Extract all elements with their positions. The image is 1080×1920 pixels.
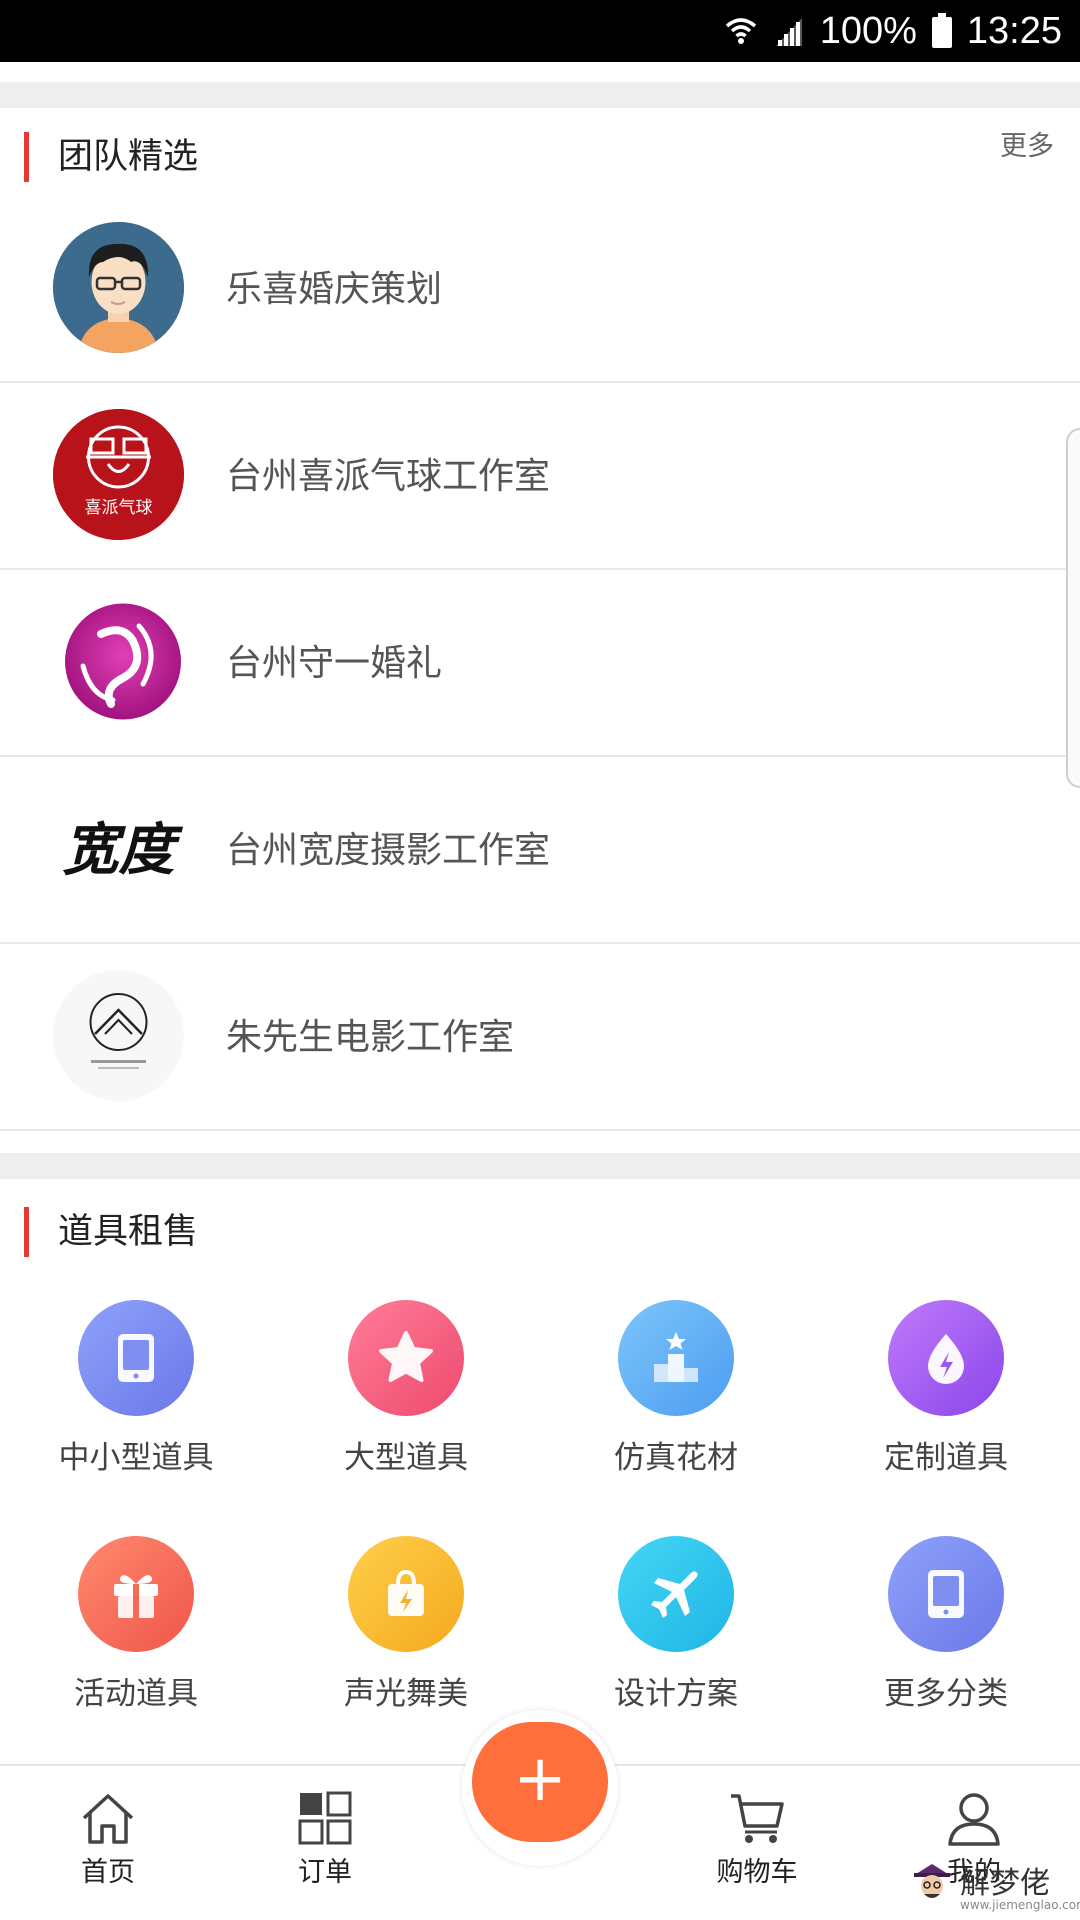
category-label: 活动道具 xyxy=(74,1676,198,1712)
swirl-logo-icon xyxy=(65,603,181,720)
shouyi-logo xyxy=(53,596,184,727)
watermark-text: 解梦佬 xyxy=(960,1866,1050,1901)
section-divider xyxy=(0,1153,1080,1179)
section-title: 团队精选 xyxy=(58,137,199,177)
signal-icon xyxy=(775,18,802,46)
status-bar: 100% 13:25 xyxy=(0,0,1080,62)
logo-text: 宽度 xyxy=(63,817,184,883)
xipai-logo: 喜派气球 xyxy=(53,409,184,540)
category-label: 定制道具 xyxy=(884,1440,1008,1476)
mountain-circle-logo-icon xyxy=(89,993,148,1069)
category-item[interactable]: 中小型道具 xyxy=(36,1300,236,1477)
team-section-header: 团队精选 更多 xyxy=(0,110,1080,196)
team-item[interactable]: 台州守一婚礼 xyxy=(0,570,1080,757)
category-label: 声光舞美 xyxy=(344,1676,468,1712)
category-label: 更多分类 xyxy=(884,1676,1008,1712)
nav-home[interactable]: 首页 xyxy=(28,1788,188,1889)
accent-bar xyxy=(24,132,29,182)
plane-icon xyxy=(618,1536,734,1652)
watermark: 解梦佬 www.jiemenglao.com xyxy=(910,1858,1080,1912)
logo-text: 喜派气球 xyxy=(85,498,153,518)
team-item[interactable]: 乐喜婚庆策划 xyxy=(0,196,1080,383)
category-label: 大型道具 xyxy=(344,1440,468,1476)
cart-icon xyxy=(731,1794,784,1843)
category-item[interactable]: 声光舞美 xyxy=(306,1536,506,1713)
app-screen: 100% 13:25 团队精选 更多 乐喜婚庆策划 喜派气球 台州喜派气球工作室… xyxy=(0,0,1080,1920)
kuandu-logo: 宽度 xyxy=(53,783,184,914)
team-name: 乐喜婚庆策划 xyxy=(226,269,443,310)
bolt-drop-icon xyxy=(888,1300,1004,1416)
category-label: 中小型道具 xyxy=(58,1440,214,1476)
category-item[interactable]: 更多分类 xyxy=(846,1536,1046,1713)
team-name: 台州宽度摄影工作室 xyxy=(226,830,551,871)
category-label: 设计方案 xyxy=(614,1676,738,1712)
avatar xyxy=(53,222,184,353)
section-title: 道具租售 xyxy=(58,1212,199,1252)
team-item[interactable]: 朱先生电影工作室 xyxy=(0,944,1080,1131)
user-icon xyxy=(948,1793,1000,1846)
zhu-film-logo xyxy=(53,970,184,1101)
podium-icon xyxy=(618,1300,734,1416)
tablet-icon xyxy=(78,1300,194,1416)
battery-percent: 100% xyxy=(819,9,917,52)
category-label: 仿真花材 xyxy=(614,1440,738,1476)
team-name: 台州守一婚礼 xyxy=(226,643,443,684)
category-item[interactable]: 定制道具 xyxy=(846,1300,1046,1477)
avatar-cartoon-man-icon xyxy=(53,222,184,353)
category-item[interactable]: 设计方案 xyxy=(576,1536,776,1713)
side-scroll-handle[interactable] xyxy=(1066,428,1080,788)
team-item[interactable]: 宽度 台州宽度摄影工作室 xyxy=(0,757,1080,944)
category-item[interactable]: 仿真花材 xyxy=(576,1300,776,1477)
accent-bar xyxy=(24,1207,29,1257)
team-list: 乐喜婚庆策划 喜派气球 台州喜派气球工作室 台州守一婚礼 宽度 台州宽度摄影工作… xyxy=(0,196,1080,1131)
calligraphy-logo-icon: 宽度 xyxy=(63,817,184,883)
clock: 13:25 xyxy=(966,9,1062,52)
battery-icon xyxy=(931,13,952,48)
section-divider xyxy=(0,82,1080,108)
nav-label: 订单 xyxy=(298,1857,352,1888)
nav-label: 购物车 xyxy=(716,1857,798,1888)
nav-cart[interactable]: 购物车 xyxy=(677,1788,837,1889)
category-item[interactable]: 大型道具 xyxy=(306,1300,506,1477)
add-button[interactable]: + xyxy=(472,1722,608,1842)
star-icon xyxy=(348,1300,464,1416)
plus-icon: + xyxy=(513,1742,567,1816)
more-link[interactable]: 更多 xyxy=(1000,124,1054,163)
bag-bolt-icon xyxy=(348,1536,464,1652)
detective-logo-icon xyxy=(914,1864,950,1898)
grid-icon xyxy=(298,1791,352,1845)
gift-icon xyxy=(78,1536,194,1652)
team-name: 台州喜派气球工作室 xyxy=(226,456,551,497)
team-item[interactable]: 喜派气球 台州喜派气球工作室 xyxy=(0,383,1080,570)
props-section-header: 道具租售 xyxy=(0,1181,1080,1267)
tablet-icon xyxy=(888,1536,1004,1652)
team-name: 朱先生电影工作室 xyxy=(226,1017,515,1058)
category-item[interactable]: 活动道具 xyxy=(36,1536,236,1713)
watermark-url: www.jiemenglao.com xyxy=(960,1898,1080,1912)
nav-label: 首页 xyxy=(81,1857,135,1888)
double-happiness-logo-icon: 喜派气球 xyxy=(53,409,184,540)
home-icon xyxy=(82,1794,134,1844)
nav-orders[interactable]: 订单 xyxy=(245,1788,405,1889)
wifi-icon xyxy=(725,18,756,44)
